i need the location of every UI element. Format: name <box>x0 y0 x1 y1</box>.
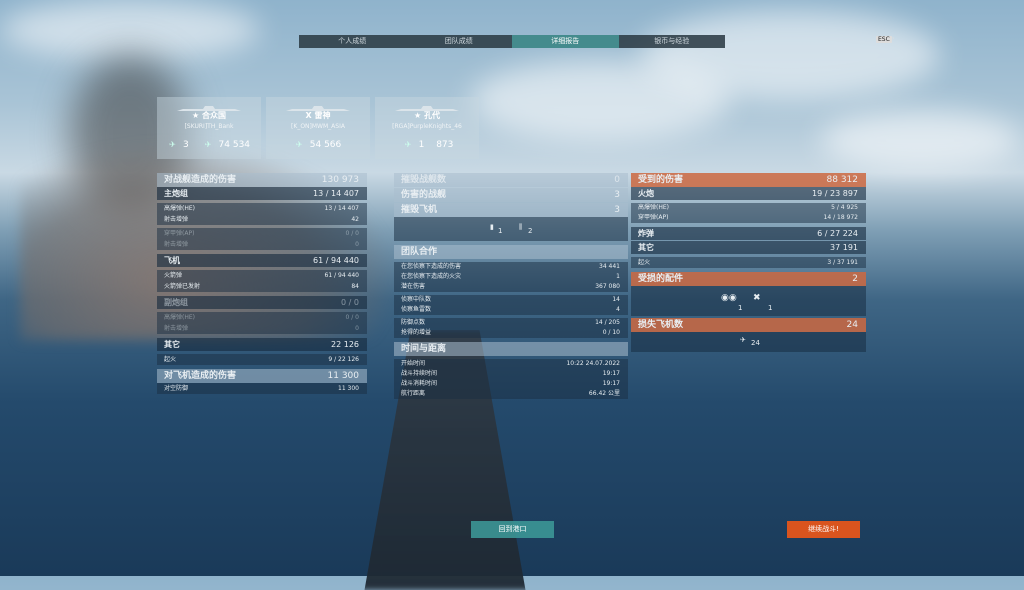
plane-icons-row: ▮ 1 ⫼ 2 <box>394 217 628 241</box>
time-header: 时间与距离 <box>394 342 628 356</box>
ship-card[interactable]: X 雷神 [K_ON]MWM_ASIA ✈ 54 566 <box>266 97 370 159</box>
stat-row: 火箭弹 61 / 94 440 <box>157 270 367 281</box>
stat-row: 射击增弹 0 <box>157 323 367 334</box>
aircraft-row: 飞机 61 / 94 440 <box>157 254 367 267</box>
destroyed-planes-header: 摧毁飞机 3 <box>394 203 628 217</box>
ship-card[interactable]: ★ 合众国 [SKURI]TH_Bank ✈ 3 ✈ 74 534 <box>157 97 261 159</box>
summary-panel: 摧毁战舰数 0 伤害的战舰 3 摧毁飞机 3 ▮ 1 ⫼ 2 团队合作 在您侦察下造成… <box>394 173 628 399</box>
damage-dealt-panel: 对战舰造成的伤害 130 973 主炮组 13 / 14 407 高爆弹(HE) 13… <box>157 173 367 394</box>
stat-row: 战斗消耗时间 19:17 <box>394 379 628 389</box>
cloud <box>820 110 1020 170</box>
stat-row: 防御点数 14 / 205 <box>394 318 628 328</box>
plane-lost-icon: ✈ <box>740 336 746 344</box>
tab-team[interactable]: 团队成绩 <box>406 35 513 48</box>
cloud <box>640 10 940 100</box>
secondary-row: 副炮组 0 / 0 <box>157 296 367 309</box>
stat-row: 在您侦察下造成的伤害 34 441 <box>394 262 628 272</box>
received-header: 受到的伤害 88 312 <box>631 173 866 187</box>
planes-lost-header: 损失飞机数 24 <box>631 318 866 332</box>
chevron-icon: › <box>892 35 895 42</box>
stat-row: 起火 3 / 37 191 <box>631 257 866 268</box>
stat-row: 火箭弹已发射 84 <box>157 281 367 292</box>
stat-row: 穿甲弹(AP) 0 / 0 <box>157 228 367 239</box>
damaged-ships-header: 伤害的战舰 3 <box>394 188 628 202</box>
stat-row: 穿甲弹(AP) 14 / 18 972 <box>631 213 866 223</box>
return-to-port-button[interactable]: 回到港口 <box>471 521 554 538</box>
stat-row: 抢得的增益 0 / 10 <box>394 328 628 338</box>
player-name: [RGA]PurpleKnights_46 <box>392 123 462 130</box>
bombs-row: 炸弹 6 / 27 224 <box>631 227 866 240</box>
guns-row: 火炮 19 / 23 897 <box>631 187 866 200</box>
plane-icon: ✈ <box>404 140 412 149</box>
ship-name: X 雷神 <box>305 111 331 120</box>
aa-damage-header: 对飞机造成的伤害 11 300 <box>157 369 367 383</box>
ship-card[interactable]: ★ 孔代 [RGA]PurpleKnights_46 ✈ 1 873 <box>375 97 479 159</box>
other-received-row: 其它 37 191 <box>631 241 866 254</box>
aa-gun-icon: ✖ <box>753 293 761 303</box>
stat-row: 航行距离 66.42 公里 <box>394 389 628 399</box>
destroyed-ships-header: 摧毁战舰数 0 <box>394 173 628 187</box>
main-battery-row: 主炮组 13 / 14 407 <box>157 187 367 200</box>
plane-destroy-icon: ✈ <box>169 140 176 149</box>
icon-count: 1 <box>498 227 503 235</box>
planes-lost-row: ✈ 24 <box>631 332 866 352</box>
damage-received-panel: 受到的伤害 88 312 火炮 19 / 23 897 高爆弹(HE) 5 / 4 9… <box>631 173 866 352</box>
stat-row: 射击增弹 0 <box>157 239 367 250</box>
module-icons-row: ◉◉ 1 ✖ 1 <box>631 286 866 316</box>
stat-value: 3 <box>182 140 189 150</box>
stat-row: 战斗持续时间 19:17 <box>394 369 628 379</box>
stat-row: 潜在伤害 367 080 <box>394 282 628 292</box>
stat-row: 起火 9 / 22 126 <box>157 354 367 365</box>
other-row: 其它 22 126 <box>157 338 367 351</box>
ship-stats: ✈ 54 566 <box>266 140 370 150</box>
stat-row: 侦察鱼雷数 4 <box>394 305 628 315</box>
stat-row: 侦察中队数 14 <box>394 295 628 305</box>
player-name: [SKURI]TH_Bank <box>184 123 234 130</box>
stat-row: 开始时间 10:22 24.07.2022 <box>394 359 628 369</box>
team-header: 团队合作 <box>394 245 628 259</box>
stat-row: 高爆弹(HE) 13 / 14 407 <box>157 203 367 214</box>
stat-row: 高爆弹(HE) 5 / 4 925 <box>631 203 866 213</box>
damage-header: 对战舰造成的伤害 130 973 <box>157 173 367 187</box>
ship-name: ★ 孔代 <box>414 111 440 120</box>
stat-row: 高爆弹(HE) 0 / 0 <box>157 312 367 323</box>
stat-row: 射击增弹 42 <box>157 214 367 225</box>
fighter-icon: ▮ <box>490 223 494 231</box>
engine-icon: ◉◉ <box>721 293 737 303</box>
icon-count: 24 <box>751 339 760 347</box>
stat-row: 对空防御 11 300 <box>157 383 367 394</box>
bomber-icon: ⫼ <box>519 223 523 231</box>
stat-row: 在您侦察下造成的火灾 1 <box>394 272 628 282</box>
stat-value: 873 <box>436 140 454 150</box>
cloud <box>0 0 260 60</box>
modules-header: 受损的配件 2 <box>631 272 866 286</box>
icon-count: 1 <box>768 304 773 312</box>
stat-value: 54 566 <box>309 140 342 150</box>
plane-icon: ✈ <box>295 140 303 149</box>
tab-bar: 个人成绩 团队成绩 详细报告 银币与经验 <box>299 35 725 48</box>
esc-button[interactable]: ESC <box>876 36 892 43</box>
player-name: [K_ON]MWM_ASIA <box>291 123 345 130</box>
ship-stats: ✈ 1 873 <box>375 140 479 150</box>
continue-battle-button[interactable]: 继续战斗! <box>787 521 860 538</box>
icon-count: 1 <box>738 304 743 312</box>
ship-name: ★ 合众国 <box>192 111 226 120</box>
tab-credits-xp[interactable]: 银币与经验 <box>619 35 726 48</box>
plane-icon: ✈ <box>204 140 212 149</box>
tab-personal[interactable]: 个人成绩 <box>299 35 406 48</box>
stat-value: 1 <box>418 140 425 150</box>
ship-stats: ✈ 3 ✈ 74 534 <box>157 140 261 150</box>
icon-count: 2 <box>528 227 533 235</box>
tab-detailed-report[interactable]: 详细报告 <box>512 35 619 48</box>
stat-value: 74 534 <box>218 140 251 150</box>
